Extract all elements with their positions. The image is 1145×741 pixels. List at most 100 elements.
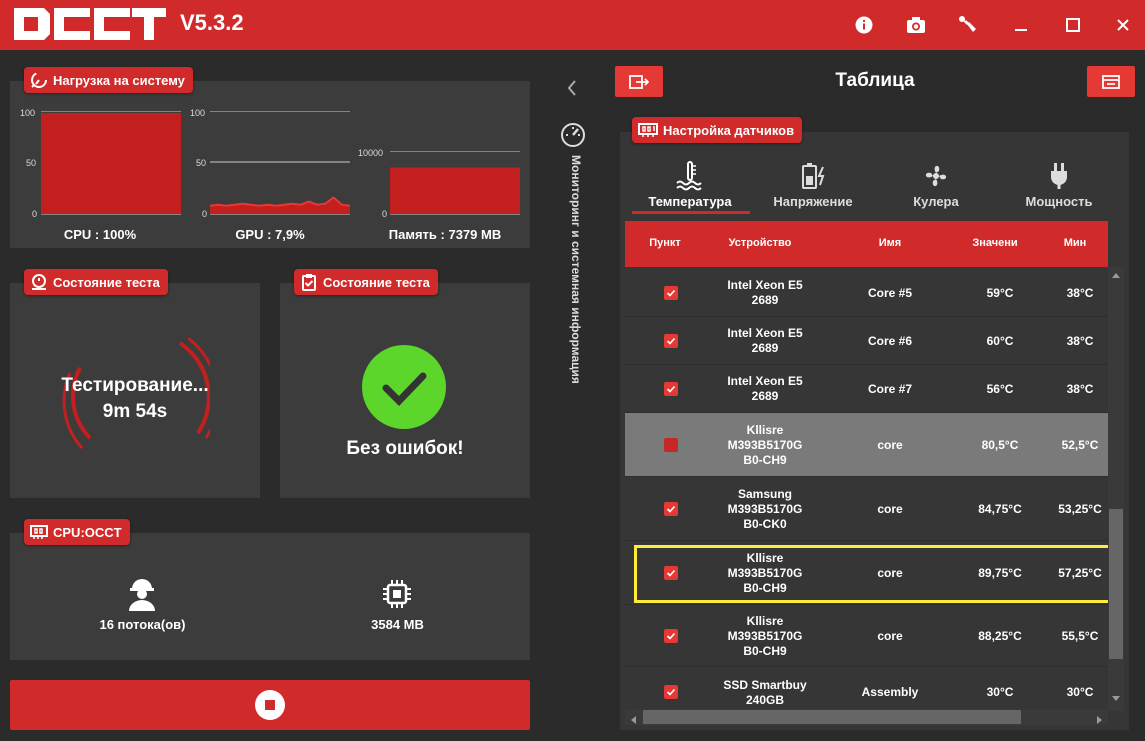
tab-temperature[interactable]: Температура	[640, 160, 740, 209]
test-state-badge-1: Состояние теста	[24, 269, 168, 295]
table-left-button[interactable]	[615, 66, 663, 97]
table-row[interactable]: Intel Xeon E5 2689 Core #6 60°C 38°C	[625, 317, 1108, 365]
table-title: Таблица	[835, 70, 915, 91]
row-device: SSD Smartbuy 240GB	[723, 678, 807, 707]
row-min: 52,5°C	[1061, 437, 1099, 452]
app-version: V5.3.2	[180, 10, 244, 35]
scroll-left-arrow-icon[interactable]	[627, 712, 641, 724]
camera-icon[interactable]	[903, 12, 929, 38]
scroll-up-arrow-icon[interactable]	[1111, 269, 1121, 283]
row-device: Samsung M393B5170G B0-CK0	[727, 486, 803, 531]
row-name: core	[877, 628, 903, 643]
test-status-text: Тестирование...	[61, 375, 209, 396]
horizontal-scroll-thumb[interactable]	[643, 710, 1021, 724]
sensors-title: Настройка датчиков	[663, 122, 795, 138]
maximize-icon[interactable]	[1060, 12, 1086, 38]
row-name: Core #6	[867, 333, 913, 348]
memory-area	[390, 167, 520, 214]
column-header-device[interactable]: Устройство	[710, 237, 810, 249]
row-device: Kllisre M393B5170G B0-CH9	[727, 422, 803, 467]
table-row[interactable]: Intel Xeon E5 2689 Core #5 59°C 38°C	[625, 269, 1108, 317]
close-icon[interactable]	[1110, 12, 1136, 38]
refresh-gauge-icon	[31, 72, 47, 88]
stopwatch-icon	[32, 274, 46, 290]
row-checkbox[interactable]	[664, 334, 678, 348]
row-min: 55,5°C	[1061, 628, 1099, 643]
system-load-title: Нагрузка на систему	[53, 72, 185, 88]
cpu-label: CPU : 100%	[63, 227, 137, 242]
row-name: Core #7	[867, 381, 913, 396]
tab-power[interactable]: Мощность	[1009, 160, 1109, 209]
row-name: Assembly	[861, 684, 919, 699]
memory-module-icon	[30, 525, 48, 539]
highlight-box	[634, 545, 1119, 603]
test-elapsed-time: 9m 54s	[102, 401, 168, 422]
vertical-scrollbar[interactable]	[1108, 267, 1124, 711]
minimize-icon[interactable]	[1008, 12, 1034, 38]
sensors-badge: Настройка датчиков	[632, 117, 803, 143]
column-header-value[interactable]: Значени	[950, 237, 1040, 249]
vertical-scroll-thumb[interactable]	[1109, 509, 1123, 659]
mem-tick-10000: 10000	[358, 148, 384, 158]
row-device: Kllisre M393B5170G B0-CH9	[727, 613, 803, 658]
cpu-tick-100: 100	[20, 108, 36, 118]
tab-voltage[interactable]: Напряжение	[763, 160, 863, 209]
cpu-occt-badge: CPU:OCCT	[24, 519, 130, 545]
memory-module-icon	[638, 123, 658, 137]
row-value: 59°C	[986, 285, 1014, 300]
system-load-badge: Нагрузка на систему	[24, 67, 193, 93]
row-name: core	[877, 437, 903, 452]
chip-icon	[383, 580, 411, 608]
row-checkbox[interactable]	[664, 629, 678, 643]
cpu-load-chart	[41, 111, 181, 215]
wrench-icon[interactable]	[955, 12, 981, 38]
scroll-right-arrow-icon[interactable]	[1092, 712, 1106, 724]
mem-tick-0: 0	[382, 209, 388, 219]
title-bar: V5.3.2	[0, 0, 1145, 50]
row-device: Intel Xeon E5 2689	[727, 326, 803, 355]
test-state-badge-2: Состояние теста	[294, 269, 438, 295]
collapse-chevron-icon[interactable]	[564, 78, 580, 98]
test-result-panel: Без ошибок!	[280, 283, 530, 498]
row-checkbox[interactable]	[664, 286, 678, 300]
gpu-tick-100: 100	[190, 108, 206, 118]
table-row[interactable]: Kllisre M393B5170G B0-CH9 core 88,25°C 5…	[625, 605, 1108, 667]
gpu-load-chart	[210, 111, 350, 215]
table-layout-icon	[1102, 74, 1120, 89]
row-min: 30°C	[1066, 684, 1094, 699]
table-row[interactable]: Samsung M393B5170G B0-CK0 core 84,75°C 5…	[625, 477, 1108, 541]
row-min: 38°C	[1066, 381, 1094, 396]
cpu-tick-50: 50	[26, 158, 37, 168]
horizontal-scrollbar[interactable]	[625, 709, 1108, 725]
cpu-area	[41, 113, 181, 214]
monitoring-sidebar-tab[interactable]: Мониторинг и системная информация	[563, 155, 583, 415]
info-icon[interactable]	[851, 12, 877, 38]
thread-count: 16 потока(ов)	[99, 617, 186, 632]
row-checkbox[interactable]	[664, 438, 678, 452]
gauge-icon	[560, 122, 586, 148]
scroll-down-arrow-icon[interactable]	[1111, 691, 1121, 705]
row-checkbox[interactable]	[664, 685, 678, 699]
cpu-occt-title: CPU:OCCT	[53, 524, 122, 540]
column-header-min[interactable]: Мин	[1045, 237, 1105, 249]
table-row[interactable]: SSD Smartbuy 240GB Assembly 30°C 30°C	[625, 667, 1108, 709]
row-value: 84,75°C	[978, 501, 1022, 516]
tab-fans[interactable]: Кулера	[886, 160, 986, 209]
row-checkbox[interactable]	[664, 502, 678, 516]
row-value: 88,25°C	[978, 628, 1022, 643]
active-tab-indicator	[632, 211, 750, 214]
test-result-text: Без ошибок!	[346, 438, 464, 459]
row-min: 38°C	[1066, 333, 1094, 348]
table-right-button[interactable]	[1087, 66, 1135, 97]
table-row[interactable]: Intel Xeon E5 2689 Core #7 56°C 38°C	[625, 365, 1108, 413]
row-value: 56°C	[986, 381, 1014, 396]
row-device: Intel Xeon E5 2689	[727, 374, 803, 403]
row-checkbox[interactable]	[664, 382, 678, 396]
table-row-hovered[interactable]: Kllisre M393B5170G B0-CH9 core 80,5°C 52…	[625, 413, 1108, 477]
thermometer-icon	[676, 161, 702, 191]
cpu-tick-0: 0	[32, 209, 38, 219]
column-header-item[interactable]: Пункт	[635, 237, 695, 249]
stop-test-button[interactable]	[10, 680, 530, 730]
column-header-name[interactable]: Имя	[840, 237, 940, 249]
memory-amount: 3584 MB	[371, 617, 424, 632]
